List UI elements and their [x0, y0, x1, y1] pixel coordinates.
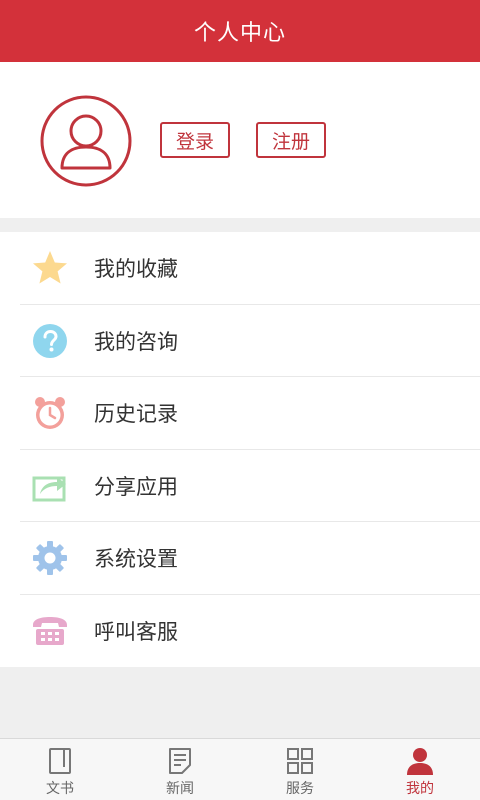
- gear-icon: [30, 538, 70, 578]
- grid-icon: [285, 746, 315, 776]
- alarm-clock-icon: [30, 393, 70, 433]
- app-header: 个人中心: [0, 0, 480, 62]
- question-icon: [30, 321, 70, 361]
- user-icon: [405, 746, 435, 776]
- tab-label: 文书: [46, 781, 74, 797]
- star-icon: [30, 248, 70, 288]
- menu-item-history[interactable]: 历史记录: [0, 377, 480, 450]
- tab-services[interactable]: 服务: [240, 739, 360, 800]
- profile-section: 登录 注册: [0, 62, 480, 218]
- tab-label: 新闻: [166, 781, 194, 797]
- bottom-tab-bar: 文书 新闻 服务 我的: [0, 738, 480, 800]
- menu-list: 我的收藏 我的咨询 历史记录 分享应用 系统设置 呼叫客服: [0, 232, 480, 667]
- menu-item-label: 呼叫客服: [94, 619, 178, 644]
- page-title: 个人中心: [193, 21, 286, 46]
- book-icon: [45, 746, 75, 776]
- telephone-icon: [30, 611, 70, 651]
- menu-item-label: 历史记录: [94, 402, 178, 427]
- menu-item-consult[interactable]: 我的咨询: [0, 305, 480, 378]
- menu-item-favorites[interactable]: 我的收藏: [0, 232, 480, 305]
- tab-label: 服务: [286, 781, 314, 797]
- tab-mine[interactable]: 我的: [360, 739, 480, 800]
- menu-item-call-service[interactable]: 呼叫客服: [0, 595, 480, 668]
- section-divider: [0, 218, 480, 232]
- menu-item-settings[interactable]: 系统设置: [0, 522, 480, 595]
- menu-item-share[interactable]: 分享应用: [0, 450, 480, 523]
- menu-item-label: 分享应用: [94, 474, 178, 499]
- menu-item-label: 我的咨询: [94, 329, 178, 354]
- menu-item-label: 我的收藏: [94, 257, 178, 282]
- avatar-icon[interactable]: [40, 95, 132, 187]
- menu-item-label: 系统设置: [94, 547, 178, 572]
- news-icon: [165, 746, 195, 776]
- tab-label: 我的: [406, 781, 434, 797]
- register-button[interactable]: 注册: [256, 122, 326, 158]
- tab-documents[interactable]: 文书: [0, 739, 120, 800]
- share-icon: [30, 466, 70, 506]
- login-button[interactable]: 登录: [160, 122, 230, 158]
- tab-news[interactable]: 新闻: [120, 739, 240, 800]
